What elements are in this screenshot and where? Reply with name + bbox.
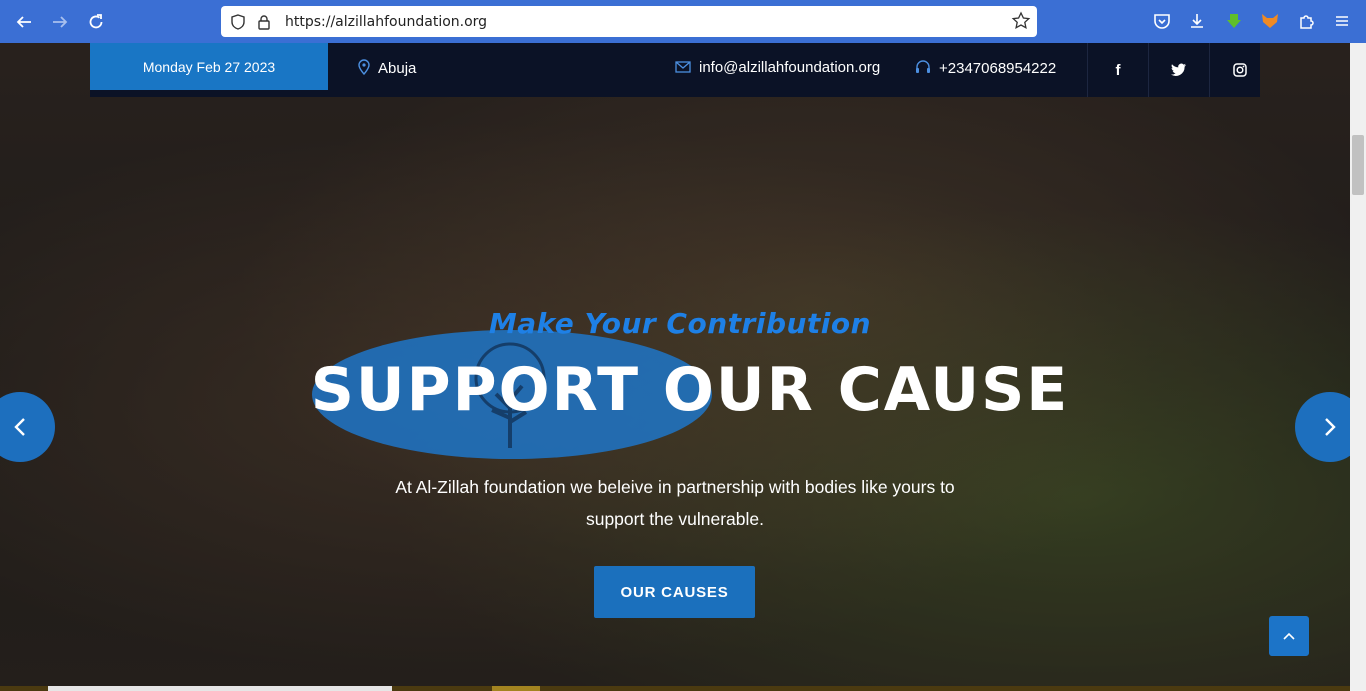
hero-subtitle: Make Your Contribution bbox=[488, 307, 872, 340]
location-info: Abuja bbox=[358, 59, 416, 78]
page-scrollbar[interactable] bbox=[1350, 43, 1366, 691]
pocket-icon[interactable] bbox=[1152, 11, 1172, 31]
envelope-icon bbox=[675, 60, 691, 76]
top-info-bar: Monday Feb 27 2023 Abuja info@alzillahfo… bbox=[90, 43, 1260, 97]
phone-text[interactable]: +2347068954222 bbox=[939, 60, 1056, 77]
shield-icon[interactable] bbox=[229, 13, 247, 31]
star-icon[interactable] bbox=[1011, 11, 1031, 31]
url-text[interactable]: https://alzillahfoundation.org bbox=[285, 14, 487, 30]
phone-info[interactable]: +2347068954222 bbox=[915, 59, 1056, 78]
current-date: Monday Feb 27 2023 bbox=[142, 58, 276, 75]
scrollbar-thumb[interactable] bbox=[1352, 135, 1364, 195]
address-bar[interactable]: https://alzillahfoundation.org bbox=[221, 6, 1037, 37]
reload-icon[interactable] bbox=[82, 8, 110, 36]
hero-description-line-1: At Al-Zillah foundation we beleive in pa… bbox=[395, 477, 955, 497]
chevron-up-icon bbox=[1283, 632, 1295, 640]
twitter-icon[interactable] bbox=[1148, 43, 1209, 97]
hero-title: SUPPORT OUR CAUSE bbox=[310, 355, 1070, 425]
email-text[interactable]: info@alzillahfoundation.org bbox=[699, 59, 880, 76]
email-info[interactable]: info@alzillahfoundation.org bbox=[675, 59, 880, 76]
date-box: Monday Feb 27 2023 bbox=[90, 43, 328, 90]
hero-description: At Al-Zillah foundation we beleive in pa… bbox=[380, 471, 970, 535]
bottom-strip-segment bbox=[492, 686, 540, 691]
extension-green-icon[interactable] bbox=[1224, 11, 1244, 31]
instagram-icon[interactable] bbox=[1209, 43, 1270, 97]
puzzle-icon[interactable] bbox=[1297, 11, 1317, 31]
facebook-icon[interactable]: f bbox=[1087, 43, 1148, 97]
hero-background: Monday Feb 27 2023 Abuja info@alzillahfo… bbox=[0, 43, 1350, 691]
download-icon[interactable] bbox=[1187, 11, 1207, 31]
forward-icon[interactable] bbox=[46, 8, 74, 36]
lock-icon[interactable] bbox=[255, 13, 273, 31]
bottom-strip bbox=[0, 686, 1350, 691]
hero-slide: Make Your Contribution SUPPORT OUR CAUSE… bbox=[0, 43, 1350, 691]
our-causes-button[interactable]: OUR CAUSES bbox=[594, 566, 755, 618]
back-icon[interactable] bbox=[10, 8, 38, 36]
menu-icon[interactable] bbox=[1332, 11, 1352, 31]
fox-icon[interactable] bbox=[1260, 11, 1280, 31]
scroll-to-top-button[interactable] bbox=[1269, 616, 1309, 656]
hero-description-line-2: support the vulnerable. bbox=[585, 509, 765, 529]
chevron-right-icon[interactable] bbox=[1295, 392, 1350, 462]
browser-toolbar: https://alzillahfoundation.org bbox=[0, 0, 1366, 43]
headset-icon bbox=[915, 59, 931, 78]
map-pin-icon bbox=[358, 59, 370, 78]
bottom-strip-segment bbox=[48, 686, 392, 691]
location-text: Abuja bbox=[378, 60, 417, 77]
